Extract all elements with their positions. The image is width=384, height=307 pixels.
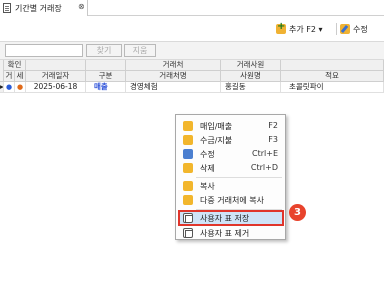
menu-item-remove-user-table[interactable]: 사용자 표 제거 [178,226,284,240]
delete-icon [183,163,193,173]
menu-separator [196,177,282,178]
context-menu: 매입/매출 F2 수금/지불 F3 수정 Ctrl+E 삭제 Ctrl+D 복사… [175,114,286,240]
save-table-icon [183,213,193,223]
table-cell-partner[interactable]: 경영체험 [126,82,221,93]
header-confirm-group: 확인 [4,60,26,71]
menu-item-purchase-sale[interactable]: 매입/매출 F2 [178,119,284,133]
edit-icon [340,24,350,34]
menu-item-label: 다중 거래처에 복사 [200,196,264,205]
menu-item-shortcut: Ctrl+E [252,149,278,158]
tab-period-ledger[interactable]: 기간별 거래장 ⊗ [0,0,88,16]
find-button[interactable]: 찾기 [86,44,122,57]
table-row-se-marker[interactable]: ● [15,82,26,93]
edit-button[interactable]: 수정 [340,22,368,36]
menu-item-copy[interactable]: 복사 [178,179,284,193]
purchase-sale-icon [183,121,193,131]
multi-copy-icon [183,195,193,205]
menu-item-label: 매입/매출 [200,122,233,131]
menu-item-collect-pay[interactable]: 수금/지불 F3 [178,133,284,147]
add-button[interactable]: 추가 F2 ▾ [276,21,323,36]
header-geo[interactable]: 거 [4,71,15,82]
menu-item-shortcut: F2 [268,121,278,130]
close-tab-icon[interactable]: ⊗ [78,2,85,11]
tab-label: 기간별 거래장 [15,4,62,13]
table-row-geo-marker[interactable]: ● [4,82,15,93]
remove-table-icon [183,228,193,238]
header-partner-name[interactable]: 거래처명 [126,71,221,82]
document-icon [3,3,11,13]
search-input[interactable] [5,44,83,57]
header-partner-group: 거래처 [126,60,221,71]
table-cell-memo[interactable]: 초콜릿파이 [281,82,384,93]
header-memo[interactable]: 적요 [281,71,384,82]
menu-item-label: 삭제 [200,164,215,173]
copy-icon [183,181,193,191]
edit-icon [183,149,193,159]
header-se[interactable]: 세 [15,71,26,82]
table-cell-staff[interactable]: 홍길동 [221,82,281,93]
menu-item-label: 복사 [200,182,215,191]
menu-item-shortcut: F3 [268,135,278,144]
menu-item-delete[interactable]: 삭제 Ctrl+D [178,161,284,175]
header-blank-1 [26,60,86,71]
orange-dot-icon: ● [16,83,24,91]
menu-item-label: 사용자 표 저장 [200,214,250,223]
table-cell-type[interactable]: 매출 [86,82,126,93]
blue-dot-icon: ● [5,83,13,91]
header-date[interactable]: 거래일자 [26,71,86,82]
search-bar: 찾기 지움 [0,42,384,60]
edit-button-label: 수정 [353,24,368,34]
header-staff-name[interactable]: 사원명 [221,71,281,82]
menu-item-label: 수정 [200,150,215,159]
header-blank-2 [86,60,126,71]
menu-item-edit[interactable]: 수정 Ctrl+E [178,147,284,161]
collect-pay-icon [183,135,193,145]
header-staff-group: 거래사원 [221,60,281,71]
table-cell-date[interactable]: 2025-06-18 [26,82,86,93]
tab-bar: 기간별 거래장 ⊗ [0,0,384,16]
toolbar-divider [336,23,337,35]
toolbar: 추가 F2 ▾ 수정 [0,16,384,42]
menu-item-multi-copy[interactable]: 다중 거래처에 복사 [178,193,284,207]
add-button-label: 추가 F2 ▾ [289,24,323,34]
menu-item-label: 사용자 표 제거 [200,229,250,238]
header-type[interactable]: 구분 [86,71,126,82]
menu-item-save-user-table[interactable]: 사용자 표 저장 [178,210,284,226]
add-icon [276,21,286,34]
step-badge: 3 [289,204,306,221]
header-blank-3 [281,60,384,71]
clear-button[interactable]: 지움 [124,44,156,57]
menu-item-shortcut: Ctrl+D [250,163,278,172]
menu-item-label: 수금/지불 [200,136,233,145]
